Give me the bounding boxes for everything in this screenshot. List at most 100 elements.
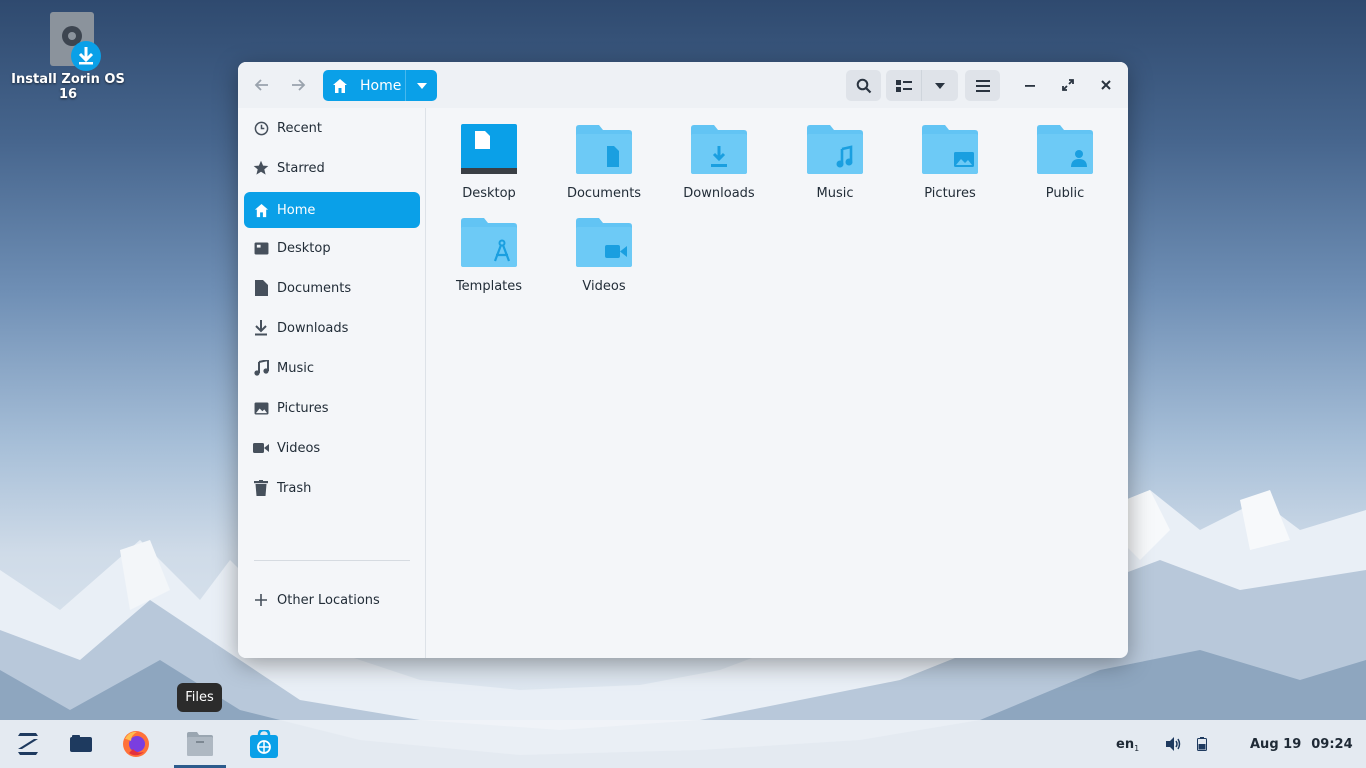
chevron-down-icon — [935, 82, 945, 89]
battery-icon — [1197, 737, 1207, 751]
documents-folder-icon — [575, 124, 633, 178]
sidebar-item-home[interactable]: Home — [244, 192, 420, 228]
taskbar-tooltip: Files — [177, 683, 222, 712]
list-view-button[interactable] — [886, 70, 922, 101]
home-icon — [253, 202, 269, 218]
file-item-documents[interactable]: Documents — [552, 124, 656, 201]
volume-indicator[interactable] — [1166, 720, 1182, 768]
file-label: Public — [1045, 186, 1085, 201]
software-store-launcher[interactable] — [238, 720, 290, 768]
templates-folder-icon — [460, 217, 518, 271]
sidebar-item-music[interactable]: Music — [244, 350, 420, 386]
sidebar-item-starred[interactable]: Starred — [244, 150, 420, 186]
sidebar-item-label: Trash — [277, 480, 312, 496]
trash-icon — [253, 480, 269, 496]
desktop-icon-label: Install Zorin OS 16 — [11, 72, 125, 102]
clock-icon — [253, 120, 269, 136]
sidebar-item-desktop[interactable]: Desktop — [244, 230, 420, 266]
sidebar-item-other-locations[interactable]: Other Locations — [244, 582, 420, 618]
file-item-videos[interactable]: Videos — [552, 217, 656, 294]
desktop-icon — [253, 240, 269, 256]
path-label: Home — [360, 77, 402, 94]
zorin-menu-button[interactable] — [2, 720, 54, 768]
sidebar-item-documents[interactable]: Documents — [244, 270, 420, 306]
install-zorin-desktop-icon[interactable]: Install Zorin OS 16 — [8, 12, 128, 102]
pictures-folder-icon — [921, 124, 979, 178]
sidebar-item-label: Desktop — [277, 240, 331, 256]
file-label: Videos — [582, 279, 626, 294]
file-item-downloads[interactable]: Downloads — [667, 124, 771, 201]
file-label: Templates — [455, 279, 523, 294]
sidebar-item-label: Home — [277, 202, 316, 218]
file-item-public[interactable]: Public — [1013, 124, 1117, 201]
main-menu-button[interactable] — [965, 70, 1000, 101]
sidebar-item-label: Pictures — [277, 400, 329, 416]
battery-indicator[interactable] — [1197, 720, 1207, 768]
software-store-icon — [250, 730, 278, 758]
download-icon — [253, 320, 269, 336]
sidebar-item-downloads[interactable]: Downloads — [244, 310, 420, 346]
forward-button[interactable] — [284, 73, 312, 97]
file-label: Downloads — [683, 186, 755, 201]
file-label: Documents — [566, 186, 642, 201]
maximize-button[interactable] — [1056, 74, 1080, 96]
file-grid: Desktop Documents Downloads Music Pictur… — [427, 108, 1128, 658]
minimize-button[interactable] — [1018, 74, 1042, 96]
clock-time: 09:24 — [1311, 736, 1353, 752]
volume-icon — [1166, 737, 1181, 751]
taskbar: en 1 Aug 19 09:24 — [0, 720, 1366, 768]
arrow-left-icon — [254, 79, 268, 91]
file-item-desktop[interactable]: Desktop — [437, 124, 541, 201]
path-dropdown-button[interactable] — [405, 70, 437, 101]
search-button[interactable] — [846, 70, 881, 101]
chevron-down-icon — [416, 82, 427, 89]
file-label: Pictures — [924, 186, 976, 201]
sidebar-item-label: Other Locations — [277, 592, 380, 608]
view-options-button[interactable] — [922, 70, 958, 101]
sidebar-item-label: Downloads — [277, 320, 349, 336]
sidebar-item-trash[interactable]: Trash — [244, 470, 420, 506]
keyboard-layout-sub: 1 — [1134, 743, 1140, 753]
videos-folder-icon — [575, 217, 633, 271]
sidebar-item-label: Recent — [277, 120, 322, 136]
show-desktop-button[interactable] — [55, 720, 107, 768]
header-bar: Home — [238, 62, 1128, 108]
installer-drive-icon — [46, 12, 101, 71]
keyboard-layout-label: en — [1116, 736, 1135, 752]
sidebar-item-recent[interactable]: Recent — [244, 110, 420, 146]
hamburger-menu-icon — [975, 79, 990, 92]
sidebar-item-label: Starred — [277, 160, 325, 176]
music-icon — [253, 360, 269, 376]
downloads-folder-icon — [690, 124, 748, 178]
files-launcher[interactable] — [174, 720, 226, 768]
sidebar-separator — [254, 560, 410, 561]
keyboard-layout-indicator[interactable]: en 1 — [1116, 720, 1139, 768]
sidebar-item-label: Documents — [277, 280, 352, 296]
file-item-templates[interactable]: Templates — [437, 217, 541, 294]
minimize-icon — [1025, 85, 1035, 87]
zorin-logo-icon — [18, 733, 38, 755]
desktop-folder-icon — [460, 124, 518, 178]
file-item-pictures[interactable]: Pictures — [898, 124, 1002, 201]
sidebar-item-pictures[interactable]: Pictures — [244, 390, 420, 426]
sidebar: Recent Starred Home Desktop Documents Do… — [238, 108, 426, 658]
files-app-icon — [187, 732, 213, 756]
search-icon — [856, 78, 871, 93]
clock-date: Aug 19 — [1250, 736, 1302, 752]
sidebar-item-label: Music — [277, 360, 314, 376]
path-bar-home[interactable]: Home — [323, 70, 437, 101]
back-button[interactable] — [248, 73, 276, 97]
arrow-right-icon — [292, 79, 306, 91]
clock[interactable]: Aug 19 09:24 — [1250, 720, 1353, 768]
workspace-icon — [70, 735, 92, 752]
music-folder-icon — [806, 124, 864, 178]
sidebar-item-videos[interactable]: Videos — [244, 430, 420, 466]
file-item-music[interactable]: Music — [783, 124, 887, 201]
firefox-launcher[interactable] — [110, 720, 162, 768]
close-button[interactable] — [1094, 74, 1118, 96]
picture-icon — [253, 400, 269, 416]
sidebar-item-label: Videos — [277, 440, 321, 456]
plus-icon — [253, 592, 269, 608]
document-icon — [253, 280, 269, 296]
file-label: Desktop — [462, 186, 516, 201]
